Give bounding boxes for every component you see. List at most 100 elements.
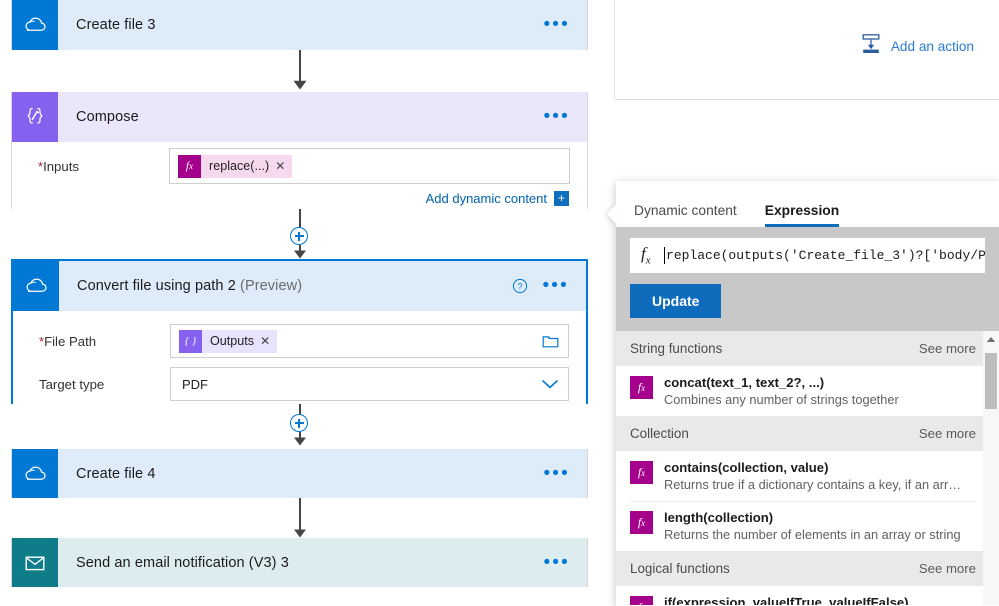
token-remove-icon[interactable]: ✕ [260, 329, 278, 353]
panel-tabs: Dynamic content Expression [616, 181, 999, 227]
target-type-select[interactable]: PDF [170, 367, 569, 401]
node-header[interactable]: Convert file using path 2 (Preview) ? ••… [13, 261, 586, 311]
tab-expression[interactable]: Expression [764, 203, 840, 227]
function-texts: length(collection) Returns the number of… [664, 510, 961, 542]
node-title: Compose [76, 109, 139, 125]
folder-picker-icon[interactable] [542, 334, 559, 349]
node-title: Send an email notification (V3) 3 [76, 554, 289, 571]
see-more-link[interactable]: See more [919, 561, 976, 576]
node-actions: ? ••• [512, 276, 586, 295]
node-more-menu-icon[interactable]: ••• [543, 15, 570, 34]
function-item-concat[interactable]: fx concat(text_1, text_2?, ...) Combines… [616, 366, 999, 416]
field-row-file-path: *File Path { } Outputs ✕ [30, 322, 569, 360]
function-signature: contains(collection, value) [664, 460, 829, 475]
function-description: Returns true if a dictionary contains a … [664, 477, 964, 492]
add-an-action-button[interactable]: Add an action [860, 33, 974, 60]
add-dynamic-content-row: Add dynamic content + [29, 191, 570, 206]
node-header[interactable]: Create file 3 ••• [12, 0, 587, 50]
function-item-contains[interactable]: fx contains(collection, value) Returns t… [616, 451, 999, 501]
node-actions: ••• [543, 464, 587, 483]
fx-badge-icon: fx [178, 154, 201, 178]
flow-node-create-file-4[interactable]: Create file 4 ••• [11, 449, 588, 498]
flow-node-compose[interactable]: Compose ••• *Inputs fx replace(...) ✕ Ad… [11, 92, 588, 218]
onedrive-cloud-icon [13, 261, 59, 311]
target-type-value: PDF [182, 376, 208, 392]
function-description: Returns the number of elements in an arr… [664, 527, 961, 542]
update-button[interactable]: Update [630, 284, 722, 318]
field-row-target-type: Target type PDF [30, 365, 569, 403]
fx-badge-icon: fx [630, 596, 653, 605]
node-header[interactable]: Compose ••• [12, 92, 587, 142]
function-item-if[interactable]: fx if(expression, valueIfTrue, valueIfFa… [616, 586, 999, 605]
right-pane: Add an action Dynamic content Expression… [607, 0, 999, 606]
tab-dynamic-content[interactable]: Dynamic content [634, 203, 737, 227]
function-texts: concat(text_1, text_2?, ...) Combines an… [664, 375, 899, 407]
dynamic-token-outputs[interactable]: { } Outputs ✕ [179, 329, 283, 353]
onedrive-cloud-icon [12, 0, 58, 50]
flow-node-create-file-3[interactable]: Create file 3 ••• [11, 0, 588, 50]
envelope-icon [12, 538, 58, 587]
function-group-header-collection: Collection See more [616, 416, 999, 451]
add-an-action-label: Add an action [890, 39, 974, 54]
node-actions: ••• [543, 107, 587, 126]
node-header[interactable]: Send an email notification (V3) 3 ••• [12, 538, 587, 587]
callout-beak [607, 203, 617, 225]
flow-canvas: Create file 3 ••• Compose ••• *Inputs f … [0, 0, 607, 606]
scrollbar-up-arrow-icon[interactable] [983, 331, 999, 348]
group-name: Logical functions [630, 561, 730, 576]
insert-step-button[interactable] [290, 414, 308, 432]
field-label-file-path: *File Path [30, 334, 170, 349]
node-body: *Inputs fx replace(...) ✕ Add dynamic co… [12, 147, 587, 218]
function-description: Combines any number of strings together [664, 392, 899, 407]
expression-input[interactable]: fx replace(outputs('Create_file_3')?['bo… [630, 238, 985, 273]
add-an-action-card: Add an action [614, 0, 999, 100]
node-title: Create file 3 [76, 17, 156, 33]
fx-badge-icon: fx [630, 376, 653, 399]
see-more-link[interactable]: See more [919, 341, 976, 356]
compose-braces-badge-icon: { } [179, 329, 202, 353]
flow-node-send-an-email-notification[interactable]: Send an email notification (V3) 3 ••• [11, 538, 588, 587]
node-more-menu-icon[interactable]: ••• [542, 276, 569, 295]
function-signature: concat(text_1, text_2?, ...) [664, 375, 825, 390]
node-more-menu-icon[interactable]: ••• [543, 107, 570, 126]
function-group-header-string-functions: String functions See more [616, 331, 999, 366]
function-list[interactable]: String functions See more fx concat(text… [616, 331, 999, 605]
field-label-text: Target type [39, 376, 105, 392]
onedrive-cloud-icon [12, 449, 58, 498]
function-group-header-logical-functions: Logical functions See more [616, 551, 999, 586]
fx-badge-icon: fx [630, 461, 653, 484]
expression-value: replace(outputs('Create_file_3')?['body/… [666, 248, 985, 263]
scrollbar-thumb[interactable] [985, 353, 997, 409]
fx-badge-icon: fx [630, 511, 653, 534]
function-signature: length(collection) [664, 510, 774, 525]
flow-node-convert-file-using-path-2[interactable]: Convert file using path 2 (Preview) ? ••… [11, 259, 588, 415]
fx-icon: fx [641, 244, 651, 267]
field-label-text: File Path [44, 333, 97, 349]
node-more-menu-icon[interactable]: ••• [543, 464, 570, 483]
inputs-field[interactable]: fx replace(...) ✕ [169, 148, 570, 184]
svg-text:?: ? [518, 281, 523, 291]
token-label: Outputs [202, 329, 261, 353]
add-dynamic-content-link[interactable]: Add dynamic content [426, 191, 547, 206]
help-icon[interactable]: ? [512, 278, 528, 294]
connector-line [299, 209, 301, 229]
function-texts: contains(collection, value) Returns true… [664, 460, 964, 492]
see-more-link[interactable]: See more [919, 426, 976, 441]
insert-step-button[interactable] [290, 227, 308, 245]
function-texts: if(expression, valueIfTrue, valueIfFalse… [664, 595, 909, 605]
compose-braces-icon [12, 92, 58, 142]
field-label-text: Inputs [43, 158, 79, 174]
file-path-field[interactable]: { } Outputs ✕ [170, 324, 569, 358]
add-dynamic-content-plus-button[interactable]: + [554, 191, 569, 206]
function-list-scrollbar[interactable] [983, 331, 999, 605]
node-more-menu-icon[interactable]: ••• [543, 553, 570, 572]
chevron-down-icon[interactable] [541, 378, 559, 390]
add-action-icon [860, 33, 882, 60]
token-remove-icon[interactable]: ✕ [275, 154, 293, 178]
node-actions: ••• [543, 553, 587, 572]
expression-token-replace[interactable]: fx replace(...) ✕ [178, 154, 298, 178]
expression-callout-panel: Dynamic content Expression fx replace(ou… [607, 181, 999, 606]
function-item-length[interactable]: fx length(collection) Returns the number… [616, 501, 999, 551]
function-signature: if(expression, valueIfTrue, valueIfFalse… [664, 595, 909, 605]
node-header[interactable]: Create file 4 ••• [12, 449, 587, 498]
